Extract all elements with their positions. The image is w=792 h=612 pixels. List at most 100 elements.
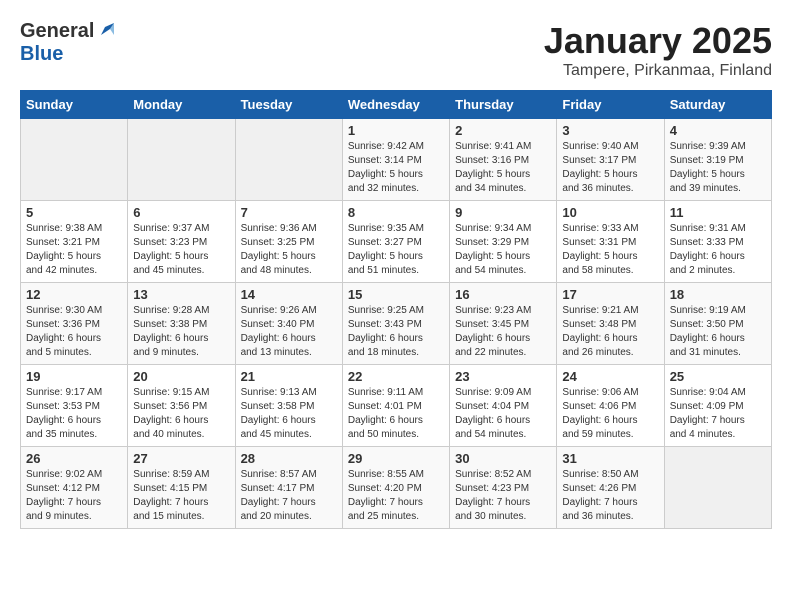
title-block: January 2025 Tampere, Pirkanmaa, Finland: [544, 20, 772, 80]
day-number: 14: [241, 287, 337, 302]
day-number: 29: [348, 451, 444, 466]
day-number: 12: [26, 287, 122, 302]
table-row: [235, 119, 342, 201]
calendar-week-row: 26Sunrise: 9:02 AM Sunset: 4:12 PM Dayli…: [21, 447, 772, 529]
table-row: 8Sunrise: 9:35 AM Sunset: 3:27 PM Daylig…: [342, 201, 449, 283]
day-info: Sunrise: 9:42 AM Sunset: 3:14 PM Dayligh…: [348, 140, 444, 196]
table-row: 20 Sunrise: 9:15 AM Sunset: 3:56 PM Dayli…: [128, 365, 235, 447]
day-number: 28: [241, 451, 337, 466]
day-number: 15: [348, 287, 444, 302]
day-number: 18: [670, 287, 766, 302]
day-info: Sunrise: 8:59 AM Sunset: 4:15 PM Dayligh…: [133, 468, 229, 524]
location-subtitle: Tampere, Pirkanmaa, Finland: [544, 62, 772, 80]
day-number: 19: [26, 369, 122, 384]
day-info: Sunrise: 9:13 AM Sunset: 3:58 PM Dayligh…: [241, 386, 337, 442]
table-row: 22 Sunrise: 9:11 AM Sunset: 4:01 PM Dayli…: [342, 365, 449, 447]
day-info: Sunrise: 9:25 AM Sunset: 3:43 PM Dayligh…: [348, 304, 444, 360]
day-info: Sunrise: 9:34 AM Sunset: 3:29 PM Dayligh…: [455, 222, 551, 278]
day-info: Sunrise: 9:30 AM Sunset: 3:36 PM Dayligh…: [26, 304, 122, 360]
day-info: Sunrise: 9:36 AM Sunset: 3:25 PM Dayligh…: [241, 222, 337, 278]
day-info: Sunrise: 9:19 AM Sunset: 3:50 PM Dayligh…: [670, 304, 766, 360]
table-row: 10 Sunrise: 9:33 AM Sunset: 3:31 PM Dayli…: [557, 201, 664, 283]
table-row: 27Sunrise: 8:59 AM Sunset: 4:15 PM Dayli…: [128, 447, 235, 529]
day-number: 13: [133, 287, 229, 302]
table-row: 6Sunrise: 9:37 AM Sunset: 3:23 PM Daylig…: [128, 201, 235, 283]
day-number: 16: [455, 287, 551, 302]
day-info: Sunrise: 9:04 AM Sunset: 4:09 PM Dayligh…: [670, 386, 766, 442]
calendar-header-row: Sunday Monday Tuesday Wednesday Thursday…: [21, 91, 772, 119]
day-info: Sunrise: 9:38 AM Sunset: 3:21 PM Dayligh…: [26, 222, 122, 278]
day-info: Sunrise: 9:02 AM Sunset: 4:12 PM Dayligh…: [26, 468, 122, 524]
table-row: [128, 119, 235, 201]
table-row: 19Sunrise: 9:17 AM Sunset: 3:53 PM Dayli…: [21, 365, 128, 447]
logo-general-text: General: [20, 20, 94, 43]
header-saturday: Saturday: [664, 91, 771, 119]
table-row: 18 Sunrise: 9:19 AM Sunset: 3:50 PM Dayli…: [664, 283, 771, 365]
day-info: Sunrise: 9:28 AM Sunset: 3:38 PM Dayligh…: [133, 304, 229, 360]
month-year-title: January 2025: [544, 20, 772, 62]
header-sunday: Sunday: [21, 91, 128, 119]
table-row: 15 Sunrise: 9:25 AM Sunset: 3:43 PM Dayli…: [342, 283, 449, 365]
table-row: 29Sunrise: 8:55 AM Sunset: 4:20 PM Dayli…: [342, 447, 449, 529]
header-friday: Friday: [557, 91, 664, 119]
table-row: 26Sunrise: 9:02 AM Sunset: 4:12 PM Dayli…: [21, 447, 128, 529]
day-info: Sunrise: 9:26 AM Sunset: 3:40 PM Dayligh…: [241, 304, 337, 360]
calendar-week-row: 5 Sunrise: 9:38 AM Sunset: 3:21 PM Daylig…: [21, 201, 772, 283]
table-row: 24Sunrise: 9:06 AM Sunset: 4:06 PM Dayli…: [557, 365, 664, 447]
table-row: 16 Sunrise: 9:23 AM Sunset: 3:45 PM Dayli…: [450, 283, 557, 365]
day-info: Sunrise: 9:31 AM Sunset: 3:33 PM Dayligh…: [670, 222, 766, 278]
day-number: 1: [348, 123, 444, 138]
day-number: 21: [241, 369, 337, 384]
day-info: Sunrise: 9:40 AM Sunset: 3:17 PM Dayligh…: [562, 140, 658, 196]
day-info: Sunrise: 8:50 AM Sunset: 4:26 PM Dayligh…: [562, 468, 658, 524]
logo-bird-icon: [96, 21, 114, 39]
table-row: [21, 119, 128, 201]
day-number: 9: [455, 205, 551, 220]
header-thursday: Thursday: [450, 91, 557, 119]
day-number: 10: [562, 205, 658, 220]
table-row: 1 Sunrise: 9:42 AM Sunset: 3:14 PM Daylig…: [342, 119, 449, 201]
day-info: Sunrise: 9:41 AM Sunset: 3:16 PM Dayligh…: [455, 140, 551, 196]
header-tuesday: Tuesday: [235, 91, 342, 119]
day-info: Sunrise: 9:21 AM Sunset: 3:48 PM Dayligh…: [562, 304, 658, 360]
day-number: 8: [348, 205, 444, 220]
table-row: 23Sunrise: 9:09 AM Sunset: 4:04 PM Dayli…: [450, 365, 557, 447]
table-row: 13 Sunrise: 9:28 AM Sunset: 3:38 PM Dayli…: [128, 283, 235, 365]
day-info: Sunrise: 8:57 AM Sunset: 4:17 PM Dayligh…: [241, 468, 337, 524]
header-monday: Monday: [128, 91, 235, 119]
day-number: 4: [670, 123, 766, 138]
day-info: Sunrise: 9:11 AM Sunset: 4:01 PM Dayligh…: [348, 386, 444, 442]
logo-blue-text: Blue: [20, 43, 63, 65]
day-number: 7: [241, 205, 337, 220]
table-row: 31 Sunrise: 8:50 AM Sunset: 4:26 PM Dayli…: [557, 447, 664, 529]
table-row: 9 Sunrise: 9:34 AM Sunset: 3:29 PM Daylig…: [450, 201, 557, 283]
day-number: 20: [133, 369, 229, 384]
calendar-week-row: 1 Sunrise: 9:42 AM Sunset: 3:14 PM Daylig…: [21, 119, 772, 201]
day-number: 22: [348, 369, 444, 384]
day-number: 5: [26, 205, 122, 220]
table-row: 12 Sunrise: 9:30 AM Sunset: 3:36 PM Dayli…: [21, 283, 128, 365]
table-row: 11Sunrise: 9:31 AM Sunset: 3:33 PM Dayli…: [664, 201, 771, 283]
table-row: 25 Sunrise: 9:04 AM Sunset: 4:09 PM Dayli…: [664, 365, 771, 447]
day-info: Sunrise: 9:39 AM Sunset: 3:19 PM Dayligh…: [670, 140, 766, 196]
day-number: 24: [562, 369, 658, 384]
calendar-week-row: 12 Sunrise: 9:30 AM Sunset: 3:36 PM Dayli…: [21, 283, 772, 365]
day-number: 25: [670, 369, 766, 384]
table-row: 28 Sunrise: 8:57 AM Sunset: 4:17 PM Dayli…: [235, 447, 342, 529]
page-header: General Blue January 2025 Tampere, Pirka…: [20, 20, 772, 80]
day-number: 17: [562, 287, 658, 302]
day-info: Sunrise: 9:15 AM Sunset: 3:56 PM Dayligh…: [133, 386, 229, 442]
calendar-table: Sunday Monday Tuesday Wednesday Thursday…: [20, 90, 772, 529]
day-info: Sunrise: 9:37 AM Sunset: 3:23 PM Dayligh…: [133, 222, 229, 278]
table-row: 14 Sunrise: 9:26 AM Sunset: 3:40 PM Dayli…: [235, 283, 342, 365]
table-row: 21 Sunrise: 9:13 AM Sunset: 3:58 PM Dayli…: [235, 365, 342, 447]
day-info: Sunrise: 9:23 AM Sunset: 3:45 PM Dayligh…: [455, 304, 551, 360]
day-info: Sunrise: 9:09 AM Sunset: 4:04 PM Dayligh…: [455, 386, 551, 442]
logo: General Blue: [20, 20, 114, 66]
table-row: 30Sunrise: 8:52 AM Sunset: 4:23 PM Dayli…: [450, 447, 557, 529]
header-wednesday: Wednesday: [342, 91, 449, 119]
day-info: Sunrise: 9:33 AM Sunset: 3:31 PM Dayligh…: [562, 222, 658, 278]
table-row: 2Sunrise: 9:41 AM Sunset: 3:16 PM Daylig…: [450, 119, 557, 201]
day-number: 31: [562, 451, 658, 466]
day-info: Sunrise: 8:52 AM Sunset: 4:23 PM Dayligh…: [455, 468, 551, 524]
